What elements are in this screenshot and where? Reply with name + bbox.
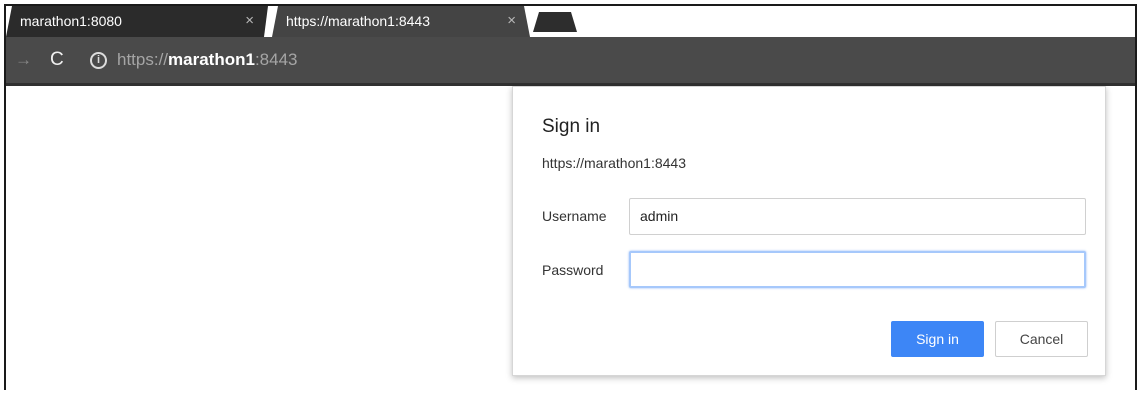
address-bar[interactable]: https://marathon1:8443 — [117, 37, 298, 83]
info-icon[interactable]: i — [90, 52, 107, 69]
cancel-button[interactable]: Cancel — [995, 321, 1088, 357]
new-tab-button[interactable] — [533, 12, 577, 32]
url-scheme: https:// — [117, 50, 169, 69]
sign-in-button[interactable]: Sign in — [891, 321, 984, 357]
reload-icon[interactable]: C — [50, 37, 64, 83]
tab-close-icon[interactable]: × — [507, 6, 516, 36]
username-field[interactable]: admin — [629, 198, 1086, 235]
dialog-origin: https://marathon1:8443 — [542, 155, 686, 171]
url-host: marathon1 — [168, 50, 255, 69]
tab-title: https://marathon1:8443 — [286, 13, 430, 29]
toolbar: → C i https://marathon1:8443 — [6, 37, 1135, 86]
tab-marathon-8080[interactable]: marathon1:8080 × — [6, 6, 268, 37]
sign-in-dialog: Sign in https://marathon1:8443 Username … — [512, 86, 1106, 376]
forward-arrow-icon[interactable]: → — [15, 37, 32, 83]
dialog-title: Sign in — [542, 116, 601, 137]
username-label: Username — [542, 208, 607, 224]
tab-title: marathon1:8080 — [20, 13, 122, 29]
tab-close-icon[interactable]: × — [245, 6, 254, 36]
tab-marathon-8443[interactable]: https://marathon1:8443 × — [272, 6, 530, 37]
url-port: :8443 — [254, 50, 298, 69]
password-label: Password — [542, 262, 604, 278]
password-field[interactable] — [629, 251, 1086, 288]
browser-window: marathon1:8080 × https://marathon1:8443 … — [4, 4, 1137, 390]
tab-strip: marathon1:8080 × https://marathon1:8443 … — [6, 6, 1135, 37]
